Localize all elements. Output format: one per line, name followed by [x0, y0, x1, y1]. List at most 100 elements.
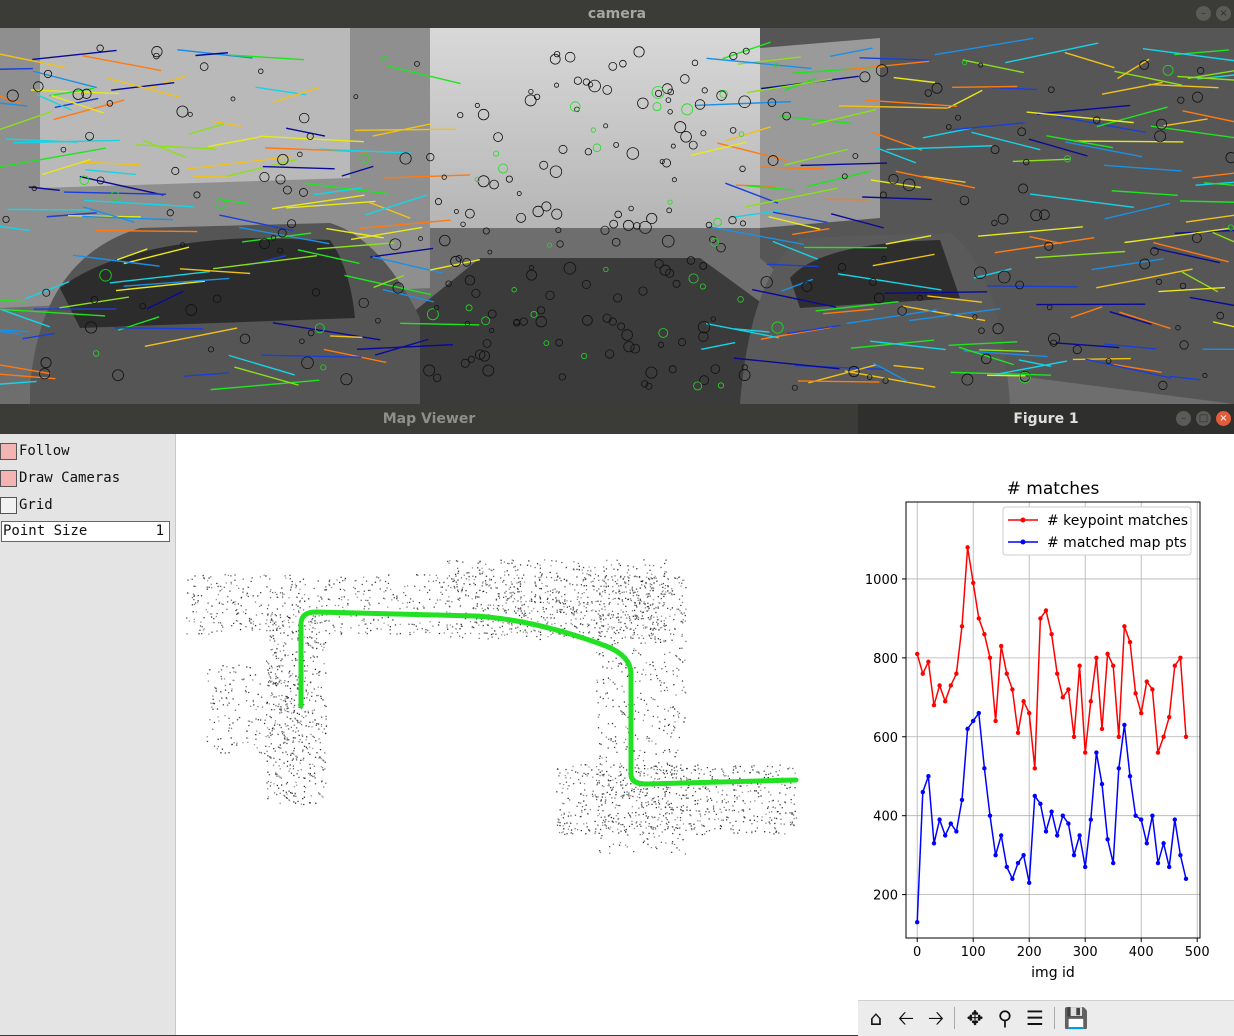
zoom-icon[interactable]: ⚲ — [991, 1005, 1019, 1031]
map-point — [527, 626, 528, 627]
map-point — [288, 672, 289, 673]
draw-cameras-toggle[interactable]: Draw Cameras — [0, 469, 120, 489]
home-icon[interactable]: ⌂ — [862, 1005, 890, 1031]
map-point — [293, 740, 294, 741]
map-point — [314, 688, 315, 689]
forward-icon[interactable]: 🡢 — [922, 1005, 950, 1031]
pan-icon[interactable]: ✥ — [961, 1005, 989, 1031]
map-point — [314, 588, 315, 589]
map-point — [478, 596, 479, 597]
map-point — [603, 820, 604, 821]
data-point-1 — [1139, 817, 1143, 821]
map-point — [422, 606, 423, 607]
map-point — [365, 623, 366, 624]
map-point — [651, 584, 652, 585]
data-point-0 — [1105, 652, 1109, 656]
map-point — [347, 603, 348, 604]
map-point — [309, 699, 310, 700]
map-point — [309, 764, 310, 765]
map-point — [341, 599, 342, 600]
data-point-1 — [988, 813, 992, 817]
map-point — [624, 778, 625, 779]
map-point — [598, 613, 599, 614]
map-point — [469, 584, 470, 585]
map-point — [287, 706, 288, 707]
figure-close-button[interactable]: × — [1216, 411, 1231, 426]
grid-toggle[interactable]: Grid — [0, 496, 53, 516]
map-point — [659, 721, 660, 722]
map-point — [615, 592, 616, 593]
map-point — [594, 627, 595, 628]
map-point — [291, 712, 292, 713]
map-point — [306, 697, 307, 698]
map-point — [757, 783, 758, 784]
point-size-value[interactable]: 1 — [156, 522, 164, 541]
map-point — [667, 828, 668, 829]
map-point — [632, 588, 633, 589]
map-point — [227, 596, 228, 597]
map-point — [627, 565, 628, 566]
map-point — [658, 787, 659, 788]
map-point — [541, 588, 542, 589]
map-point — [752, 769, 753, 770]
map-point — [413, 601, 414, 602]
map-point — [472, 626, 473, 627]
map-point — [618, 822, 619, 823]
camera-minimize-button[interactable]: – — [1196, 6, 1211, 21]
map-point — [630, 590, 631, 591]
map-point — [290, 688, 291, 689]
map-point — [281, 712, 282, 713]
map-point — [338, 605, 339, 606]
map-point — [314, 737, 315, 738]
map-point — [616, 583, 617, 584]
map-point — [272, 649, 273, 650]
map-point — [266, 660, 267, 661]
map-point — [664, 829, 665, 830]
configure-icon[interactable]: ☰ — [1021, 1005, 1049, 1031]
follow-toggle[interactable]: Follow — [0, 442, 70, 462]
map-viewer-titlebar[interactable]: Map Viewer — [0, 404, 858, 434]
map-point — [721, 794, 722, 795]
map-point — [281, 777, 282, 778]
follow-checkbox[interactable] — [0, 443, 17, 460]
map-point — [774, 827, 775, 828]
map-point — [209, 669, 210, 670]
camera-close-button[interactable]: × — [1216, 6, 1231, 21]
map-point — [573, 608, 574, 609]
map-point — [368, 602, 369, 603]
map-point — [320, 622, 321, 623]
map-point — [573, 783, 574, 784]
figure-maximize-button[interactable]: □ — [1196, 411, 1211, 426]
grid-checkbox[interactable] — [0, 497, 17, 514]
map-point — [371, 584, 372, 585]
map-point — [318, 687, 319, 688]
back-icon[interactable]: 🡠 — [892, 1005, 920, 1031]
map-point — [606, 575, 607, 576]
map-point — [277, 785, 278, 786]
map-point — [703, 825, 704, 826]
map-point — [257, 595, 258, 596]
map-point — [674, 819, 675, 820]
draw-cameras-checkbox[interactable] — [0, 470, 17, 487]
map-point — [557, 610, 558, 611]
map-point — [623, 712, 624, 713]
map-point — [458, 591, 459, 592]
map-point — [706, 796, 707, 797]
map-point — [568, 829, 569, 830]
map-point — [663, 815, 664, 816]
save-icon[interactable]: 💾 — [1062, 1005, 1090, 1031]
map-point — [450, 587, 451, 588]
map-point — [442, 594, 443, 595]
map-point — [225, 574, 226, 575]
map-point — [639, 797, 640, 798]
figure-minimize-button[interactable]: – — [1176, 411, 1191, 426]
map-3d-view[interactable] — [176, 434, 858, 1035]
map-point — [218, 746, 219, 747]
map-point — [482, 571, 483, 572]
map-point — [721, 769, 722, 770]
map-point — [517, 632, 518, 633]
map-point — [299, 581, 300, 582]
point-size-field[interactable]: Point Size 1 — [1, 521, 170, 542]
camera-window-titlebar[interactable]: camera — [0, 0, 1234, 28]
data-point-1 — [1010, 877, 1014, 881]
